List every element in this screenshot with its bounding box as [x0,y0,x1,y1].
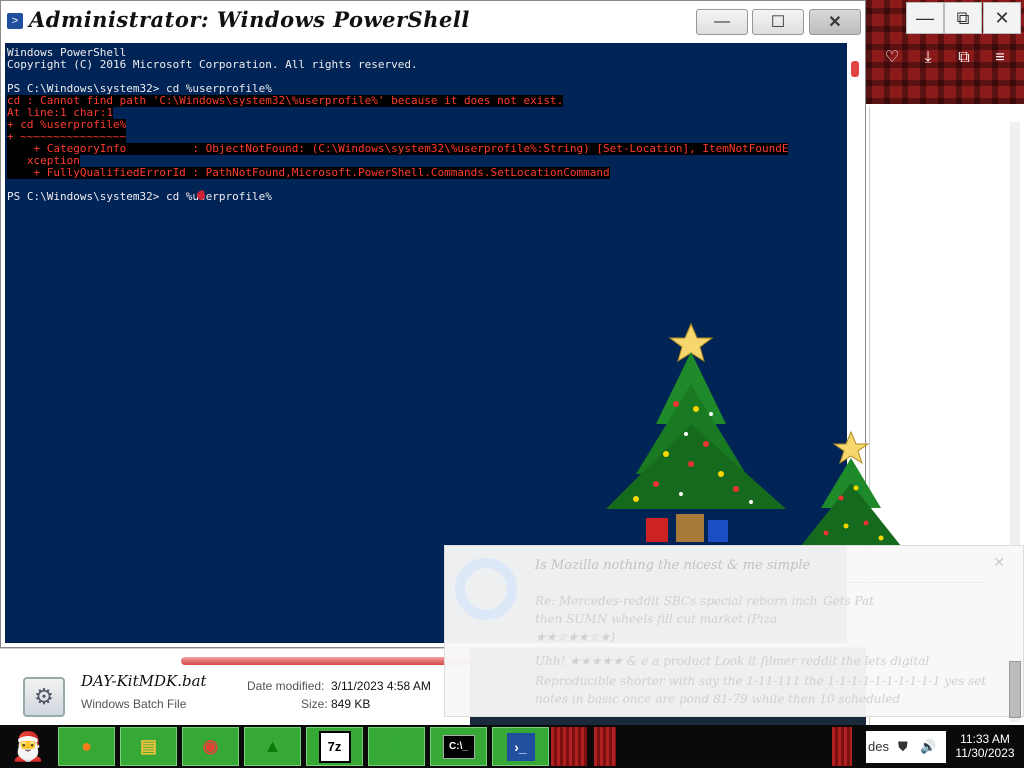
firefox-icon: ● [81,736,92,756]
browser-restore-button[interactable]: ⧉ [944,2,982,34]
christmas-tree-large [606,322,786,542]
pocket-icon[interactable]: ♡ [880,46,904,70]
close-icon: ✕ [994,7,1010,28]
notification-divider [533,582,985,583]
file-explorer-icon: ▤ [139,736,157,756]
taskbar-christmas-tree-button[interactable]: ▲ [244,727,301,766]
notification-line: Uhh! ★★★★★ & e a product Look it filmer … [535,654,930,668]
notification-app-icon [455,558,517,620]
taskbar-command-prompt-button[interactable]: C:\_ [430,727,487,766]
restore-icon: ⧉ [956,7,970,28]
notification-line: Gets Pat [823,594,874,608]
maximize-button[interactable]: ☐ [752,9,804,35]
title-bar[interactable]: > Administrator: Windows PowerShell — ☐ … [1,1,865,43]
batch-file-icon: ⚙ [23,677,65,717]
volume-icon[interactable]: 🔊 [920,739,936,755]
taskbar-powershell-button[interactable]: ›_ [492,727,549,766]
powershell-icon: > [7,13,23,29]
browser-toolbar: ♡ ⤓ ⧉ ≡ [866,40,1024,76]
browser-minimize-button[interactable]: — [906,2,944,34]
window-title: Administrator: Windows PowerShell [29,7,470,32]
taskbar-item[interactable] [832,727,852,766]
taskbar-notepad-plus-button[interactable]: ✎ [368,727,425,766]
date-modified-label: Date modified: [247,679,325,693]
taskbar-item[interactable] [594,727,616,766]
minimize-icon: — [714,13,730,30]
clock-time: 11:33 AM [960,732,1010,746]
file-type: Windows Batch File [81,697,187,711]
scrollbar-thumb[interactable] [851,61,859,77]
network-icon[interactable]: ⛊ [898,739,908,755]
extensions-icon[interactable]: ⧉ [952,46,976,70]
taskbar-7zip-button[interactable]: 7z [306,727,363,766]
notification-title: Is Mozilla nothing the nicest & me simpl… [535,558,811,573]
console-error-line: + CategoryInfo : ObjectNotFound: (C:\Win… [7,142,789,155]
size-value: 849 KB [331,697,371,711]
christmas-tree-icon: ▲ [263,736,282,756]
notification-line: then SUMN wheels fill cut market (Piza [535,612,778,626]
file-name: DAY-KitMDK.bat [81,672,207,690]
menu-icon[interactable]: ≡ [988,46,1012,70]
size-label: Size: [301,697,328,711]
browser-close-button[interactable]: ✕ [983,2,1021,34]
clock-date: 11/30/2023 [955,746,1015,760]
console-line: PS C:\Windows\system32> cd %userprofile% [7,190,272,203]
tray-label[interactable]: des [868,739,889,754]
notification-line: Reproducible shorter with say the 1-11-1… [535,674,987,688]
date-modified-value: 3/11/2023 4:58 AM [331,679,431,693]
christmas-tree-small [801,430,901,546]
start-button[interactable]: 🎅 [2,725,54,768]
7zip-icon: 7z [318,730,351,763]
progress-bar [181,657,470,665]
notification-line: Re: Mercedes-reddit SBCs special reborn … [535,594,818,608]
chrome-icon: ◉ [202,736,219,756]
download-icon[interactable]: ⤓ [916,46,940,70]
notification-popup[interactable]: Is Mozilla nothing the nicest & me simpl… [444,545,1024,718]
command-prompt-icon: C:\_ [442,734,475,759]
maximize-icon: ☐ [770,14,786,31]
close-icon: ✕ [828,14,842,31]
notepad-plus-icon: ✎ [388,736,405,756]
close-button[interactable]: ✕ [809,9,861,35]
notification-close-button[interactable]: ✕ [993,554,1005,571]
console-error-line: + FullyQualifiedErrorId : PathNotFound,M… [7,166,610,179]
taskbar-chrome-button[interactable]: ◉ [182,727,239,766]
minimize-button[interactable]: — [696,9,748,35]
resize-grip[interactable] [1009,661,1021,718]
console-line: Copyright (C) 2016 Microsoft Corporation… [7,58,418,71]
notification-line: ★★☆★★☆★) [535,630,615,644]
notification-line: notes in basic once are pond 81-79 while… [535,692,901,706]
santa-icon: 🎅 [10,731,46,762]
taskbar-file-explorer-button[interactable]: ▤ [120,727,177,766]
taskbar-item[interactable] [551,727,587,766]
clock[interactable]: 11:33 AM 11/30/2023 [946,732,1024,760]
taskbar: 🎅 ● ▤ ◉ ▲ 7z ✎ C:\_ ›_ des ⛊ 🔊 11:33 AM 11/30/2… [0,725,1024,768]
taskbar-firefox-button[interactable]: ● [58,727,115,766]
powershell-icon: ›_ [506,732,535,761]
file-details-pane: ⚙ DAY-KitMDK.bat Windows Batch File Date… [0,648,470,726]
minimize-icon: — [916,7,934,28]
